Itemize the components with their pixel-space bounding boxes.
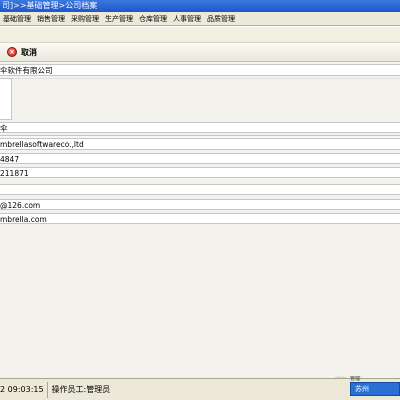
company-name-field[interactable]: 伞软件有限公司 — [0, 64, 400, 76]
window-title: 司]>>基础管理>公司档案 — [2, 1, 98, 10]
window-title-bar: 司]>>基础管理>公司档案 — [0, 0, 400, 12]
status-time: 2 09:03:15 — [0, 381, 48, 398]
email-field[interactable]: @126.com — [0, 199, 400, 210]
menu-item-hr[interactable]: 人事管理 — [172, 12, 206, 26]
company-profile-form: 伞软件有限公司 伞 mbrellasoftwareco.,ltd 4847 21… — [0, 62, 400, 378]
menu-item-basic[interactable]: 基础管理 — [2, 12, 36, 26]
address-field[interactable] — [0, 78, 12, 120]
status-bar: 2 09:03:15 操作员工:管理员 — [0, 378, 400, 400]
menu-bar: 基础管理 销售管理 采购管理 生产管理 仓库管理 人事管理 品质管理 — [0, 12, 400, 26]
phone-field[interactable]: 4847 — [0, 153, 400, 164]
cancel-button[interactable]: × 取消 — [4, 44, 40, 60]
toolbar: × 取消 — [0, 42, 400, 62]
fax-field[interactable]: 211871 — [0, 167, 400, 178]
menu-item-quality[interactable]: 品质管理 — [206, 12, 240, 26]
english-name-field[interactable]: mbrellasoftwareco.,ltd — [0, 138, 400, 150]
blank-field[interactable] — [0, 184, 400, 195]
company-logo-badge: 苏州 — [350, 382, 400, 396]
cancel-label: 取消 — [21, 47, 37, 57]
menu-item-production[interactable]: 生产管理 — [104, 12, 138, 26]
menu-item-purchase[interactable]: 采购管理 — [70, 12, 104, 26]
short-name-field[interactable]: 伞 — [0, 122, 400, 133]
panel-header-strip — [0, 27, 400, 42]
address-field-area — [12, 78, 400, 120]
menu-item-warehouse[interactable]: 仓库管理 — [138, 12, 172, 26]
website-field[interactable]: mbrella.com — [0, 213, 400, 224]
cancel-icon: × — [7, 47, 17, 57]
menu-item-sales[interactable]: 销售管理 — [36, 12, 70, 26]
status-operator: 操作员工:管理员 — [51, 384, 111, 394]
